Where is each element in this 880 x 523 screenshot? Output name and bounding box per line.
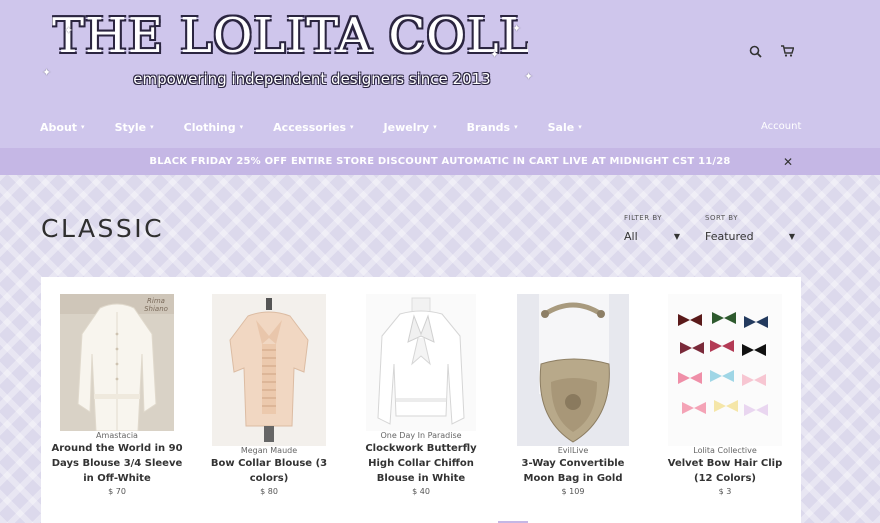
chevron-down-icon: ▾ [150, 123, 154, 131]
product-price: $ 109 [561, 487, 585, 496]
sparkle-icon: ✦ [64, 24, 74, 37]
sort-by: SORT BY Featured ▼ [705, 214, 795, 245]
sparkle-icon: ✦ [490, 48, 500, 61]
filter-select[interactable]: All ▼ [624, 227, 680, 245]
product-name: Clockwork Butterfly High Collar Chiffon … [365, 443, 477, 484]
product-image[interactable] [517, 294, 629, 446]
site-header: THE LOLITA COLLECTIVE empowering indepen… [0, 0, 880, 148]
account-link[interactable]: Account [761, 121, 801, 132]
nav-label: Clothing [183, 120, 236, 134]
nav-label: Brands [466, 120, 511, 134]
filter-by: FILTER BY All ▼ [624, 214, 680, 245]
chevron-down-icon: ▾ [433, 123, 437, 131]
announcement-text: BLACK FRIDAY 25% OFF ENTIRE STORE DISCOU… [149, 156, 731, 167]
logo-subtitle: empowering independent designers since 2… [133, 70, 491, 88]
image-watermark: Rima Shiano [144, 297, 168, 313]
product-image[interactable] [366, 294, 476, 431]
nav-item-style[interactable]: Style ▾ [115, 118, 154, 136]
nav-item-accessories[interactable]: Accessories ▾ [273, 118, 353, 136]
product-card[interactable]: EvilLive 3-Way Convertible Moon Bag in G… [505, 294, 641, 496]
product-price: $ 3 [718, 487, 732, 496]
product-image[interactable]: Rima Shiano [60, 294, 174, 431]
nav-item-clothing[interactable]: Clothing ▾ [184, 118, 243, 136]
collection-title: CLASSIC [41, 214, 165, 243]
product-price: $ 80 [260, 487, 278, 496]
sort-label: SORT BY [705, 214, 739, 222]
product-card[interactable]: Rima Shiano Amastacia Around the World i… [49, 294, 185, 496]
product-card[interactable]: Megan Maude Bow Collar Blouse (3 colors)… [201, 294, 337, 496]
sort-value: Featured [705, 229, 754, 243]
nav-item-about[interactable]: About ▾ [40, 118, 85, 136]
chevron-down-icon: ▾ [81, 123, 85, 131]
site-logo[interactable]: THE LOLITA COLLECTIVE empowering indepen… [42, 4, 536, 94]
nav-label: Style [114, 120, 147, 134]
product-image[interactable] [668, 294, 782, 446]
chevron-down-icon: ▾ [350, 123, 354, 131]
product-card[interactable]: Lolita Collective Velvet Bow Hair Clip (… [657, 294, 793, 496]
product-vendor: One Day In Paradise [380, 431, 462, 440]
product-name: Around the World in 90 Days Blouse 3/4 S… [51, 443, 183, 484]
product-image[interactable] [212, 294, 326, 446]
product-name: Bow Collar Blouse (3 colors) [210, 458, 328, 484]
product-vendor: Megan Maude [240, 446, 298, 455]
filter-value: All [624, 229, 638, 243]
product-vendor: Lolita Collective [693, 446, 757, 455]
nav-label: About [40, 120, 78, 134]
nav-label: Jewelry [383, 120, 430, 134]
nav-item-sale[interactable]: Sale ▾ [548, 118, 582, 136]
chevron-down-icon: ▾ [514, 123, 518, 131]
product-vendor: EvilLive [557, 446, 589, 455]
product-card[interactable]: One Day In Paradise Clockwork Butterfly … [353, 294, 489, 496]
chevron-down-icon: ▼ [788, 231, 795, 241]
product-price: $ 40 [412, 487, 430, 496]
chevron-down-icon: ▾ [578, 123, 582, 131]
sparkle-icon: ✦ [42, 66, 52, 79]
product-price: $ 70 [108, 487, 126, 496]
main-nav: About ▾ Style ▾ Clothing ▾ Accessories ▾ Jew… [40, 118, 612, 136]
search-icon[interactable] [746, 42, 764, 60]
product-vendor: Amastacia [96, 431, 138, 440]
filter-label: FILTER BY [624, 214, 663, 222]
cart-icon[interactable] [778, 42, 796, 60]
product-name: 3-Way Convertible Moon Bag in Gold [521, 458, 625, 484]
logo-title: THE LOLITA COLLECTIVE [52, 8, 528, 64]
nav-item-jewelry[interactable]: Jewelry ▾ [384, 118, 437, 136]
chevron-down-icon: ▾ [239, 123, 244, 131]
close-icon[interactable]: ✕ [783, 155, 793, 169]
sort-select[interactable]: Featured ▼ [705, 227, 795, 245]
nav-label: Accessories [273, 120, 347, 134]
product-grid: Rima Shiano Amastacia Around the World i… [41, 277, 801, 523]
announcement-bar: BLACK FRIDAY 25% OFF ENTIRE STORE DISCOU… [0, 148, 880, 175]
product-name: Velvet Bow Hair Clip (12 Colors) [667, 458, 783, 484]
nav-label: Sale [547, 120, 575, 134]
nav-item-brands[interactable]: Brands ▾ [467, 118, 518, 136]
chevron-down-icon: ▼ [673, 231, 680, 241]
sparkle-icon: ✦ [512, 22, 522, 35]
sparkle-icon: ✦ [524, 70, 534, 83]
